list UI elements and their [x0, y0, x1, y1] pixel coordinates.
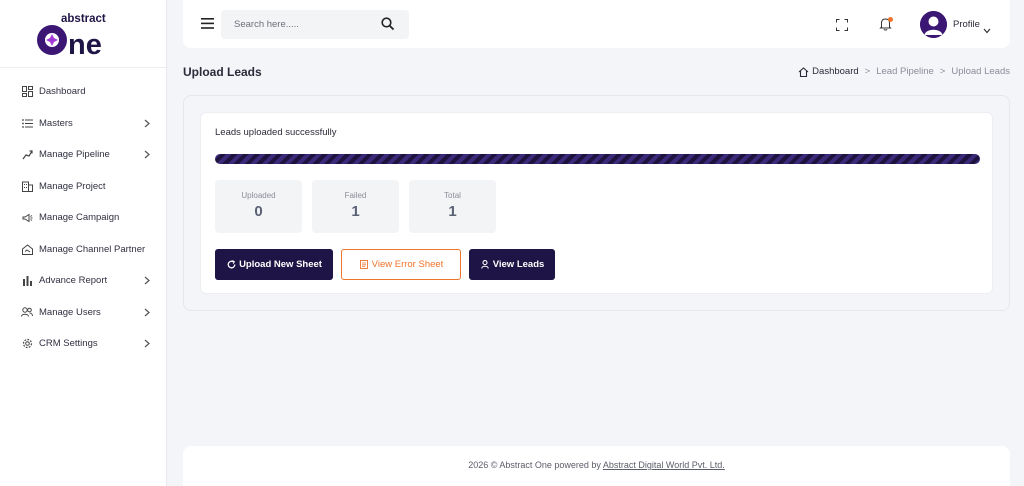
sidebar-item-manage-channel-partner[interactable]: Manage Channel Partner — [0, 234, 166, 266]
stat-total: Total 1 — [409, 180, 496, 233]
footer: 2026 © Abstract One powered by Abstract … — [183, 446, 1010, 486]
notification-dot — [888, 17, 893, 22]
home-icon — [798, 66, 809, 77]
stat-label: Failed — [344, 191, 367, 200]
sidebar-item-label: Manage Pipeline — [39, 149, 110, 161]
refresh-icon — [226, 260, 236, 270]
sidebar-item-manage-campaign[interactable]: Manage Campaign — [0, 202, 166, 234]
upload-progress-bar — [215, 154, 980, 164]
sidebar-item-label: Advance Report — [39, 275, 108, 287]
stat-value: 1 — [448, 203, 457, 220]
sidebar-item-label: Manage Users — [39, 306, 101, 318]
sidebar-item-label: Masters — [39, 117, 73, 129]
view-error-sheet-button[interactable]: View Error Sheet — [341, 249, 461, 280]
breadcrumb-current: Upload Leads — [951, 66, 1010, 77]
brand-logo[interactable]: abstract ne — [0, 0, 166, 68]
footer-company-link[interactable]: Abstract Digital World Pvt. Ltd. — [603, 460, 725, 470]
abstract-one-logo: abstract ne — [37, 13, 106, 57]
sidebar-item-label: Manage Campaign — [39, 212, 120, 224]
sidebar-item-masters[interactable]: Masters — [0, 108, 166, 140]
sidebar-item-manage-pipeline[interactable]: Manage Pipeline — [0, 139, 166, 171]
sidebar-item-advance-report[interactable]: Advance Report — [0, 265, 166, 297]
document-icon — [359, 260, 369, 270]
breadcrumb-separator: > — [939, 66, 946, 77]
dashboard-grid-icon — [20, 85, 34, 99]
upload-progress-fill — [215, 154, 980, 164]
building-icon — [20, 179, 34, 193]
fullscreen-icon[interactable] — [836, 18, 848, 31]
upload-status-text: Leads uploaded successfully — [215, 127, 337, 138]
chevron-right-icon — [142, 339, 152, 349]
megaphone-icon — [20, 211, 34, 225]
page-title: Upload Leads — [183, 65, 262, 79]
upload-result-card: Leads uploaded successfully Uploaded 0 F… — [200, 112, 993, 294]
profile-label: Profile — [953, 19, 980, 30]
svg-text:ne: ne — [68, 29, 102, 57]
button-label: View Error Sheet — [371, 259, 444, 270]
chevron-down-icon — [983, 21, 991, 33]
search-icon[interactable] — [381, 17, 395, 31]
button-label: Upload New Sheet — [239, 259, 322, 270]
stat-uploaded: Uploaded 0 — [215, 180, 302, 233]
sidebar-item-label: CRM Settings — [39, 338, 98, 350]
sidebar-item-label: Dashboard — [39, 86, 86, 98]
footer-text: 2026 © Abstract One powered by — [468, 460, 603, 470]
button-label: View Leads — [492, 259, 545, 270]
users-icon — [20, 305, 34, 319]
stat-label: Uploaded — [241, 191, 276, 200]
menu-toggle-icon[interactable] — [201, 16, 214, 29]
sidebar: abstract ne Dashboard Masters Manage Pip… — [0, 0, 167, 486]
stat-failed: Failed 1 — [312, 180, 399, 233]
list-icon — [20, 116, 34, 130]
breadcrumb-home-link[interactable]: Dashboard — [798, 66, 859, 77]
handshake-icon — [20, 242, 34, 256]
stat-value: 1 — [351, 203, 360, 220]
chevron-right-icon — [142, 118, 152, 128]
sidebar-item-dashboard[interactable]: Dashboard — [0, 76, 166, 108]
user-icon — [480, 260, 490, 270]
sidebar-item-label: Manage Channel Partner — [39, 243, 146, 255]
breadcrumb: Dashboard > Lead Pipeline > Upload Leads — [798, 66, 1010, 77]
profile-menu[interactable]: Profile — [920, 11, 991, 38]
sidebar-item-manage-project[interactable]: Manage Project — [0, 171, 166, 203]
chevron-right-icon — [142, 276, 152, 286]
stat-value: 0 — [254, 203, 263, 220]
gear-icon — [20, 337, 34, 351]
top-bar: Profile — [183, 0, 1010, 48]
view-leads-button[interactable]: View Leads — [469, 249, 555, 280]
breadcrumb-dashboard: Dashboard — [812, 66, 859, 77]
search-box — [221, 10, 409, 39]
avatar — [920, 11, 947, 38]
logo-top-text: abstract — [61, 13, 106, 25]
chevron-right-icon — [142, 307, 152, 317]
stat-label: Total — [444, 191, 461, 200]
sidebar-item-crm-settings[interactable]: CRM Settings — [0, 328, 166, 360]
breadcrumb-separator: > — [864, 66, 871, 77]
upload-new-sheet-button[interactable]: Upload New Sheet — [215, 249, 333, 280]
chevron-right-icon — [142, 150, 152, 160]
sidebar-item-manage-users[interactable]: Manage Users — [0, 297, 166, 329]
bar-chart-icon — [20, 274, 34, 288]
breadcrumb-lead-pipeline[interactable]: Lead Pipeline — [876, 66, 934, 77]
sidebar-nav: Dashboard Masters Manage Pipeline Manage… — [0, 68, 166, 360]
search-input[interactable] — [221, 10, 371, 39]
sidebar-item-label: Manage Project — [39, 180, 106, 192]
pipeline-icon — [20, 148, 34, 162]
